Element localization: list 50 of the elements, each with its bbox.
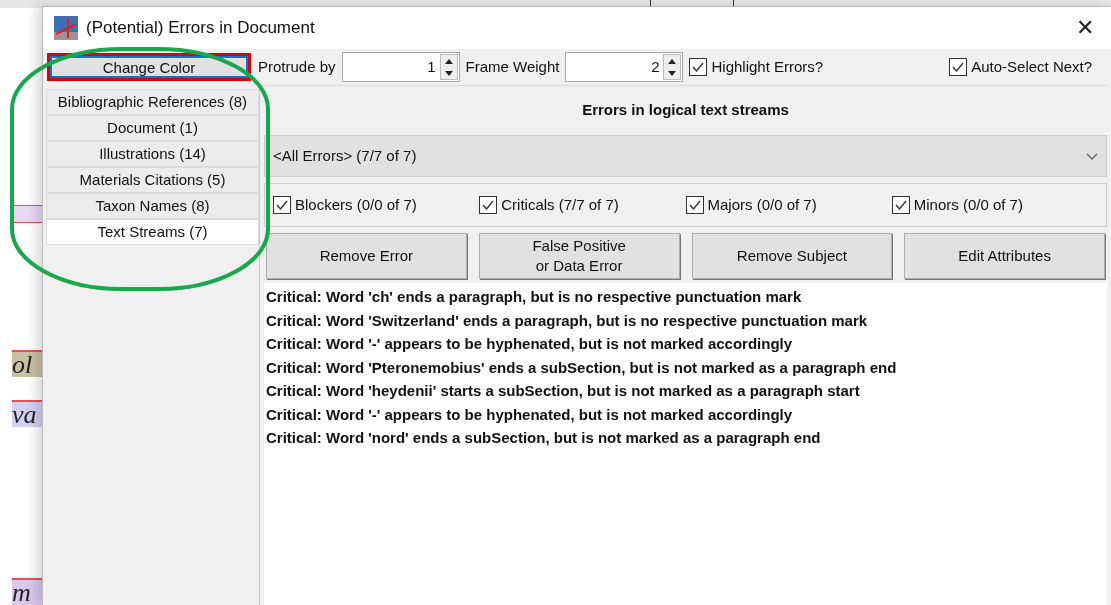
document-text: ol [12, 352, 34, 377]
sidebar-item[interactable]: Taxon Names (8) [46, 193, 259, 219]
checkbox-label: Majors (0/0 of 7) [707, 194, 817, 215]
sidebar-item[interactable]: Illustrations (14) [46, 141, 259, 167]
checkbox[interactable] [891, 196, 910, 214]
checkbox[interactable] [689, 58, 708, 76]
chevron-down-icon [1086, 152, 1098, 160]
sidebar-item[interactable]: Materials Citations (5) [46, 167, 259, 193]
error-item[interactable]: Critical: Word 'nord' ends a subSection, but is not marked as a paragraph end [266, 426, 1107, 450]
change-color-button[interactable]: Change Color [50, 56, 248, 78]
error-item[interactable]: Critical: Word 'heydenii' starts a subSection, but is not marked as a paragraph start [266, 379, 1107, 403]
error-item[interactable]: Critical: Word '-' appears to be hyphenated, but is not marked accordingly [266, 332, 1107, 356]
checkbox[interactable] [685, 196, 704, 214]
checkbox-label: Blockers (0/0 of 7) [295, 194, 417, 215]
checkbox[interactable] [479, 196, 498, 214]
document-text: va [12, 402, 38, 427]
number-spinner[interactable]: 2 [565, 52, 684, 82]
number-spinner[interactable]: 1 [341, 52, 460, 82]
window-title: (Potential) Errors in Document [86, 17, 315, 40]
document-text: m [12, 580, 32, 605]
error-item[interactable]: Critical: Word '-' appears to be hyphenated, but is not marked accordingly [266, 402, 1107, 426]
sidebar-item[interactable]: Text Streams (7) [46, 219, 259, 245]
checkmark-icon [275, 198, 289, 212]
checkbox[interactable] [949, 58, 968, 76]
app-icon [54, 16, 78, 40]
spinner-label: Frame Weight [465, 56, 560, 77]
panel-heading: Errors in logical text streams [582, 100, 789, 121]
checkbox-label: Criticals (7/7 of 7) [501, 194, 619, 215]
action-button[interactable]: False Positive or Data Error [478, 233, 680, 279]
spinner-label: Protrude by [258, 56, 336, 77]
error-item[interactable]: Critical: Word 'ch' ends a paragraph, but is no respective punctuation mark [266, 285, 1107, 309]
action-button[interactable]: Remove Subject [691, 233, 893, 279]
error-item[interactable]: Critical: Word 'Pteronemobius' ends a subSection, but is not marked as a paragraph end [266, 355, 1107, 379]
checkmark-icon [691, 60, 706, 74]
checkmark-icon [951, 60, 966, 74]
checkmark-icon [687, 198, 702, 212]
filter-dropdown[interactable]: <All Errors> (7/7 of 7) [264, 135, 1107, 177]
error-item[interactable]: Critical: Word 'Switzerland' ends a paragraph, but is no respective punctuation mark [266, 308, 1107, 332]
sidebar-item[interactable]: Document (1) [46, 115, 259, 141]
action-button[interactable]: Edit Attributes [904, 233, 1105, 279]
action-button[interactable]: Remove Error [266, 233, 467, 279]
checkbox-label: Auto-Select Next? [971, 56, 1093, 77]
checkmark-icon [481, 198, 496, 212]
sidebar-item[interactable]: Bibliographic References (8) [46, 89, 259, 115]
checkbox-label: Highlight Errors? [711, 56, 824, 77]
checkmark-icon [893, 198, 908, 212]
checkbox[interactable] [273, 196, 291, 214]
close-button[interactable]: ✕ [1070, 17, 1100, 39]
text-highlight [12, 205, 42, 223]
checkbox-label: Minors (0/0 of 7) [913, 194, 1023, 215]
